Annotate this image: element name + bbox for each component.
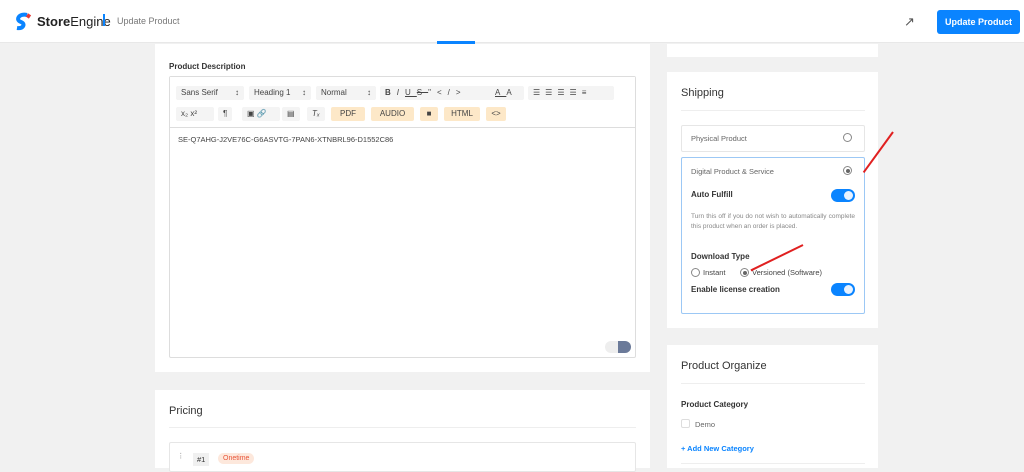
brand-name: StoreEngine	[37, 14, 111, 29]
organize-title: Product Organize	[681, 360, 767, 372]
previous-card	[667, 44, 878, 57]
video-icon[interactable]: ▤	[282, 107, 300, 121]
direction-icon[interactable]: ¶	[218, 107, 233, 121]
strike-icon: S	[416, 88, 429, 97]
pricing-title: Pricing	[169, 405, 203, 417]
category-label: Product Category	[681, 400, 749, 409]
outdent-icon: ☰	[557, 88, 570, 97]
sub-sup-buttons[interactable]: x₂ x²	[176, 107, 214, 121]
ordered-list-icon: ☰	[533, 88, 546, 97]
editor-toolbar: Sans Serif ↕ Heading 1 ↕ Normal ↕ BIUS"<…	[170, 77, 635, 128]
digital-product-label: Digital Product & Service	[691, 167, 774, 176]
link-icon: 🔗	[256, 109, 267, 118]
text-color-icon: A	[495, 88, 507, 97]
digital-product-radio[interactable]	[843, 166, 852, 175]
subscript-icon: x₂	[181, 109, 189, 118]
font-select[interactable]: Sans Serif ↕	[176, 86, 244, 100]
license-label: Enable license creation	[691, 285, 780, 294]
divider	[169, 427, 636, 428]
drag-handle-icon[interactable]: ⠇	[179, 452, 185, 461]
code-icon: </>	[436, 88, 467, 97]
instant-label: Instant	[703, 268, 726, 277]
shipping-title: Shipping	[681, 87, 724, 99]
external-link-icon[interactable]: ↗	[904, 14, 915, 30]
indent-icon: ☰	[569, 88, 582, 97]
storeengine-logo-icon	[16, 12, 32, 31]
editor-content[interactable]: SE-Q7AHG-J2VE76C-G6ASVTG-7PAN6-XTNBRL96-…	[178, 135, 393, 144]
pdf-button[interactable]: PDF	[331, 107, 365, 121]
divider	[681, 463, 865, 464]
clear-format-icon[interactable]: Tₓ	[307, 107, 325, 121]
physical-product-radio[interactable]	[843, 133, 852, 142]
heading-select[interactable]: Heading 1 ↕	[249, 86, 311, 100]
divider	[103, 14, 105, 26]
versioned-radio[interactable]	[740, 268, 749, 277]
rich-text-editor[interactable]: Sans Serif ↕ Heading 1 ↕ Normal ↕ BIUS"<…	[169, 76, 636, 358]
physical-product-label: Physical Product	[691, 134, 747, 143]
versioned-label: Versioned (Software)	[752, 268, 823, 277]
divider	[681, 383, 865, 384]
film-icon[interactable]: ■	[420, 107, 438, 121]
divider	[681, 110, 865, 111]
image-icon: ▣	[247, 109, 255, 118]
update-product-button[interactable]: Update Product	[937, 10, 1020, 34]
add-category-link[interactable]: + Add New Category	[681, 444, 754, 453]
color-buttons[interactable]: AA	[490, 86, 524, 100]
instant-radio[interactable]	[691, 268, 700, 277]
media-buttons[interactable]: ▣ 🔗	[242, 107, 280, 121]
breadcrumb: Update Product	[117, 16, 180, 26]
quote-icon: "	[428, 88, 437, 97]
description-label: Product Description	[169, 62, 246, 71]
onetime-badge: Onetime	[218, 453, 255, 464]
auto-fulfill-help: Turn this off if you do not wish to auto…	[691, 213, 855, 230]
align-icon: ≡	[581, 88, 592, 97]
auto-fulfill-toggle[interactable]	[831, 189, 855, 202]
code-view-button[interactable]: <>	[486, 107, 506, 121]
format-buttons[interactable]: BIUS"</>	[380, 86, 495, 100]
list-buttons[interactable]: ☰☰☰☰≡	[528, 86, 614, 100]
assistant-widget-icon[interactable]	[605, 341, 631, 353]
active-tab-indicator	[437, 41, 475, 44]
underline-icon: U	[405, 88, 417, 97]
superscript-icon: x²	[190, 109, 198, 118]
italic-icon: I	[396, 88, 406, 97]
download-type-label: Download Type	[691, 252, 750, 261]
demo-checkbox[interactable]	[681, 419, 690, 428]
auto-fulfill-label: Auto Fulfill	[691, 190, 733, 199]
top-header: StoreEngine Update Product ↗ Update Prod…	[0, 0, 1024, 43]
bullet-list-icon: ☰	[545, 88, 558, 97]
size-select[interactable]: Normal ↕	[316, 86, 376, 100]
license-toggle[interactable]	[831, 283, 855, 296]
audio-button[interactable]: AUDIO	[371, 107, 414, 121]
html-button[interactable]: HTML	[444, 107, 480, 121]
bold-icon: B	[385, 88, 397, 97]
category-demo: Demo	[695, 420, 716, 429]
bg-color-icon: A	[506, 88, 518, 97]
price-index: #1	[193, 453, 210, 466]
